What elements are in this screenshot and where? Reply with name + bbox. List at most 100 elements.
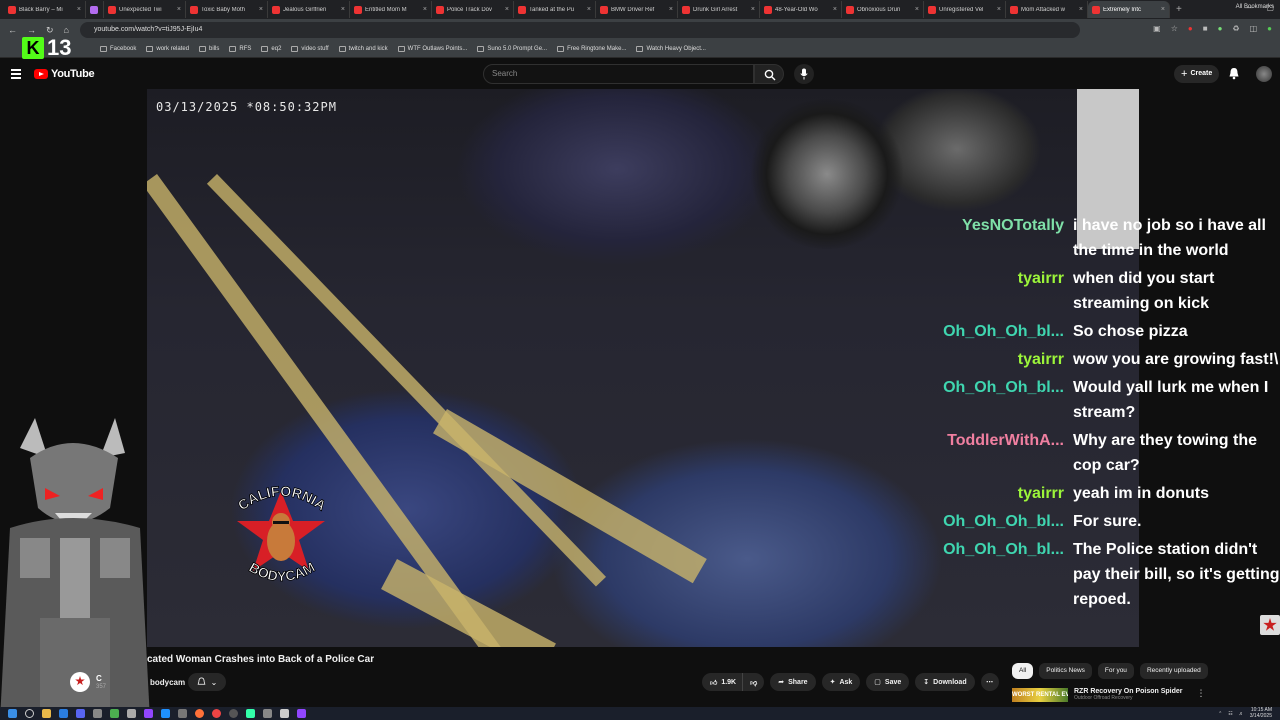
channel-info[interactable]: C bodycam 357: [70, 672, 185, 692]
tab-close-icon[interactable]: ×: [1161, 6, 1165, 13]
bookmark-item[interactable]: bills: [199, 46, 219, 52]
bookmark-item[interactable]: eq2: [261, 46, 281, 52]
tab-close-icon[interactable]: ×: [1079, 6, 1083, 13]
home-icon[interactable]: ⌂: [64, 25, 69, 35]
browser-tab[interactable]: Black Barry – Mi ×: [4, 1, 86, 18]
network-icon[interactable]: ☷: [1228, 711, 1232, 717]
tab-close-icon[interactable]: ×: [341, 6, 345, 13]
filter-chip[interactable]: For you: [1097, 663, 1134, 679]
bookmark-item[interactable]: Suno 5.0 Prompt Ge...: [477, 46, 547, 52]
chrome-icon[interactable]: [212, 709, 221, 718]
recommended-video[interactable]: WORST RENTAL EVER RZR Recovery On Poison…: [1012, 688, 1206, 702]
puzzle-icon[interactable]: ♻: [1232, 24, 1239, 33]
forward-icon[interactable]: →: [27, 25, 36, 35]
browser-tab[interactable]: Police Track Dov ×: [432, 1, 514, 18]
youtube-logo[interactable]: YouTube: [34, 68, 95, 80]
recommended-thumbnail[interactable]: WORST RENTAL EVER: [1012, 688, 1068, 702]
cast-icon[interactable]: ▣: [1153, 24, 1161, 33]
tab-close-icon[interactable]: ×: [915, 6, 919, 13]
app-icon[interactable]: [280, 709, 289, 718]
browser-tab[interactable]: Mom Attacked w ×: [1006, 1, 1088, 18]
back-icon[interactable]: ←: [8, 25, 17, 35]
obs-icon[interactable]: [229, 709, 238, 718]
tab-close-icon[interactable]: ×: [177, 6, 181, 13]
download-button[interactable]: ↧ Download: [915, 673, 975, 691]
firefox-icon[interactable]: [195, 709, 204, 718]
reload-icon[interactable]: ↻: [46, 25, 54, 36]
tab-close-icon[interactable]: ×: [587, 6, 591, 13]
create-button[interactable]: + Create: [1174, 65, 1220, 83]
tab-close-icon[interactable]: ×: [669, 6, 673, 13]
tab-close-icon[interactable]: ×: [505, 6, 509, 13]
tab-close-icon[interactable]: ×: [77, 6, 81, 13]
app-icon[interactable]: [110, 709, 119, 718]
start-icon[interactable]: [8, 709, 17, 718]
account-avatar[interactable]: [1256, 66, 1272, 82]
clock[interactable]: 10:15 AM 3/14/2025: [1250, 707, 1272, 719]
sidepanel-icon[interactable]: ◫: [1250, 24, 1258, 33]
bookmark-item[interactable]: work related: [146, 46, 189, 52]
channel-name[interactable]: bodycam: [150, 678, 185, 687]
filter-chip[interactable]: All: [1012, 663, 1034, 679]
browser-tab[interactable]: [86, 1, 104, 18]
more-vert-icon[interactable]: ⋮: [1197, 688, 1206, 702]
file-explorer-icon[interactable]: [42, 709, 51, 718]
bookmark-item[interactable]: twitch and kick: [338, 46, 388, 52]
subscribe-bell-button[interactable]: ⌄: [188, 673, 226, 691]
filter-chip[interactable]: Recently uploaded: [1139, 663, 1208, 679]
search-input[interactable]: Search: [483, 64, 754, 84]
share-button[interactable]: ➦ Share: [770, 673, 816, 691]
app-icon[interactable]: [144, 709, 153, 718]
save-button[interactable]: ▢ Save: [866, 673, 910, 691]
new-tab-button[interactable]: +: [1176, 4, 1182, 15]
app-icon[interactable]: [93, 709, 102, 718]
browser-tab[interactable]: Unregistered Vel ×: [924, 1, 1006, 18]
recommended-title[interactable]: RZR Recovery On Poison Spider: [1074, 688, 1183, 695]
tab-close-icon[interactable]: ×: [997, 6, 1001, 13]
bookmark-item[interactable]: WTF Outlaws Points...: [397, 46, 467, 52]
tab-close-icon[interactable]: ×: [259, 6, 263, 13]
chevron-up-icon[interactable]: ⌃: [1218, 711, 1222, 717]
voice-search-button[interactable]: [794, 64, 814, 84]
app-icon[interactable]: [161, 709, 170, 718]
bookmark-item[interactable]: RFS: [229, 46, 251, 52]
bookmark-item[interactable]: video stuff: [291, 46, 329, 52]
profile-icon[interactable]: ●: [1267, 24, 1272, 33]
filter-chip[interactable]: Politics News: [1039, 663, 1092, 679]
browser-tab[interactable]: Unexpected Twi ×: [104, 1, 186, 18]
extension-icon[interactable]: ●: [1188, 24, 1193, 33]
app-icon[interactable]: [297, 709, 306, 718]
notifications-bell-icon[interactable]: [1228, 67, 1240, 80]
browser-tab[interactable]: Entitled Mom M ×: [350, 1, 432, 18]
dislike-button[interactable]: 👎︎: [742, 673, 765, 691]
browser-tab[interactable]: Jealous Girlfrien ×: [268, 1, 350, 18]
bookmark-item[interactable]: Facebook: [100, 46, 136, 52]
app-icon[interactable]: [76, 709, 85, 718]
volume-icon[interactable]: ♬: [1239, 711, 1244, 717]
channel-avatar[interactable]: [70, 672, 90, 692]
browser-tab[interactable]: Obnoxious Drun ×: [842, 1, 924, 18]
browser-tab[interactable]: Drunk Girl Arrest ×: [678, 1, 760, 18]
browser-tab[interactable]: Toxic Baby Moth ×: [186, 1, 268, 18]
bookmark-item[interactable]: Free Ringtone Make...: [557, 46, 626, 52]
menu-icon[interactable]: [11, 69, 21, 81]
browser-tab[interactable]: BMW Driver Ref ×: [596, 1, 678, 18]
browser-tab[interactable]: Tanked at the Pu ×: [514, 1, 596, 18]
tab-close-icon[interactable]: ×: [751, 6, 755, 13]
app-icon[interactable]: [246, 709, 255, 718]
app-icon[interactable]: [178, 709, 187, 718]
extension-icon[interactable]: ●: [1218, 24, 1223, 33]
more-actions-button[interactable]: ⋯: [980, 673, 999, 691]
browser-tab[interactable]: Extremely Intc ×: [1088, 1, 1170, 18]
bookmark-star-icon[interactable]: ☆: [1171, 24, 1178, 33]
extension-icon[interactable]: ■: [1203, 24, 1208, 33]
all-bookmarks[interactable]: All Bookmarks: [1236, 4, 1274, 10]
url-field[interactable]: youtube.com/watch?v=tiJ95J-EjIu4: [80, 22, 1080, 38]
search-icon[interactable]: [25, 709, 34, 718]
app-icon[interactable]: [127, 709, 136, 718]
tab-close-icon[interactable]: ×: [423, 6, 427, 13]
like-button[interactable]: 👍︎ 1.9K: [702, 673, 743, 691]
app-icon[interactable]: [59, 709, 68, 718]
tab-close-icon[interactable]: ×: [833, 6, 837, 13]
ask-button[interactable]: ✦ Ask: [821, 673, 861, 691]
